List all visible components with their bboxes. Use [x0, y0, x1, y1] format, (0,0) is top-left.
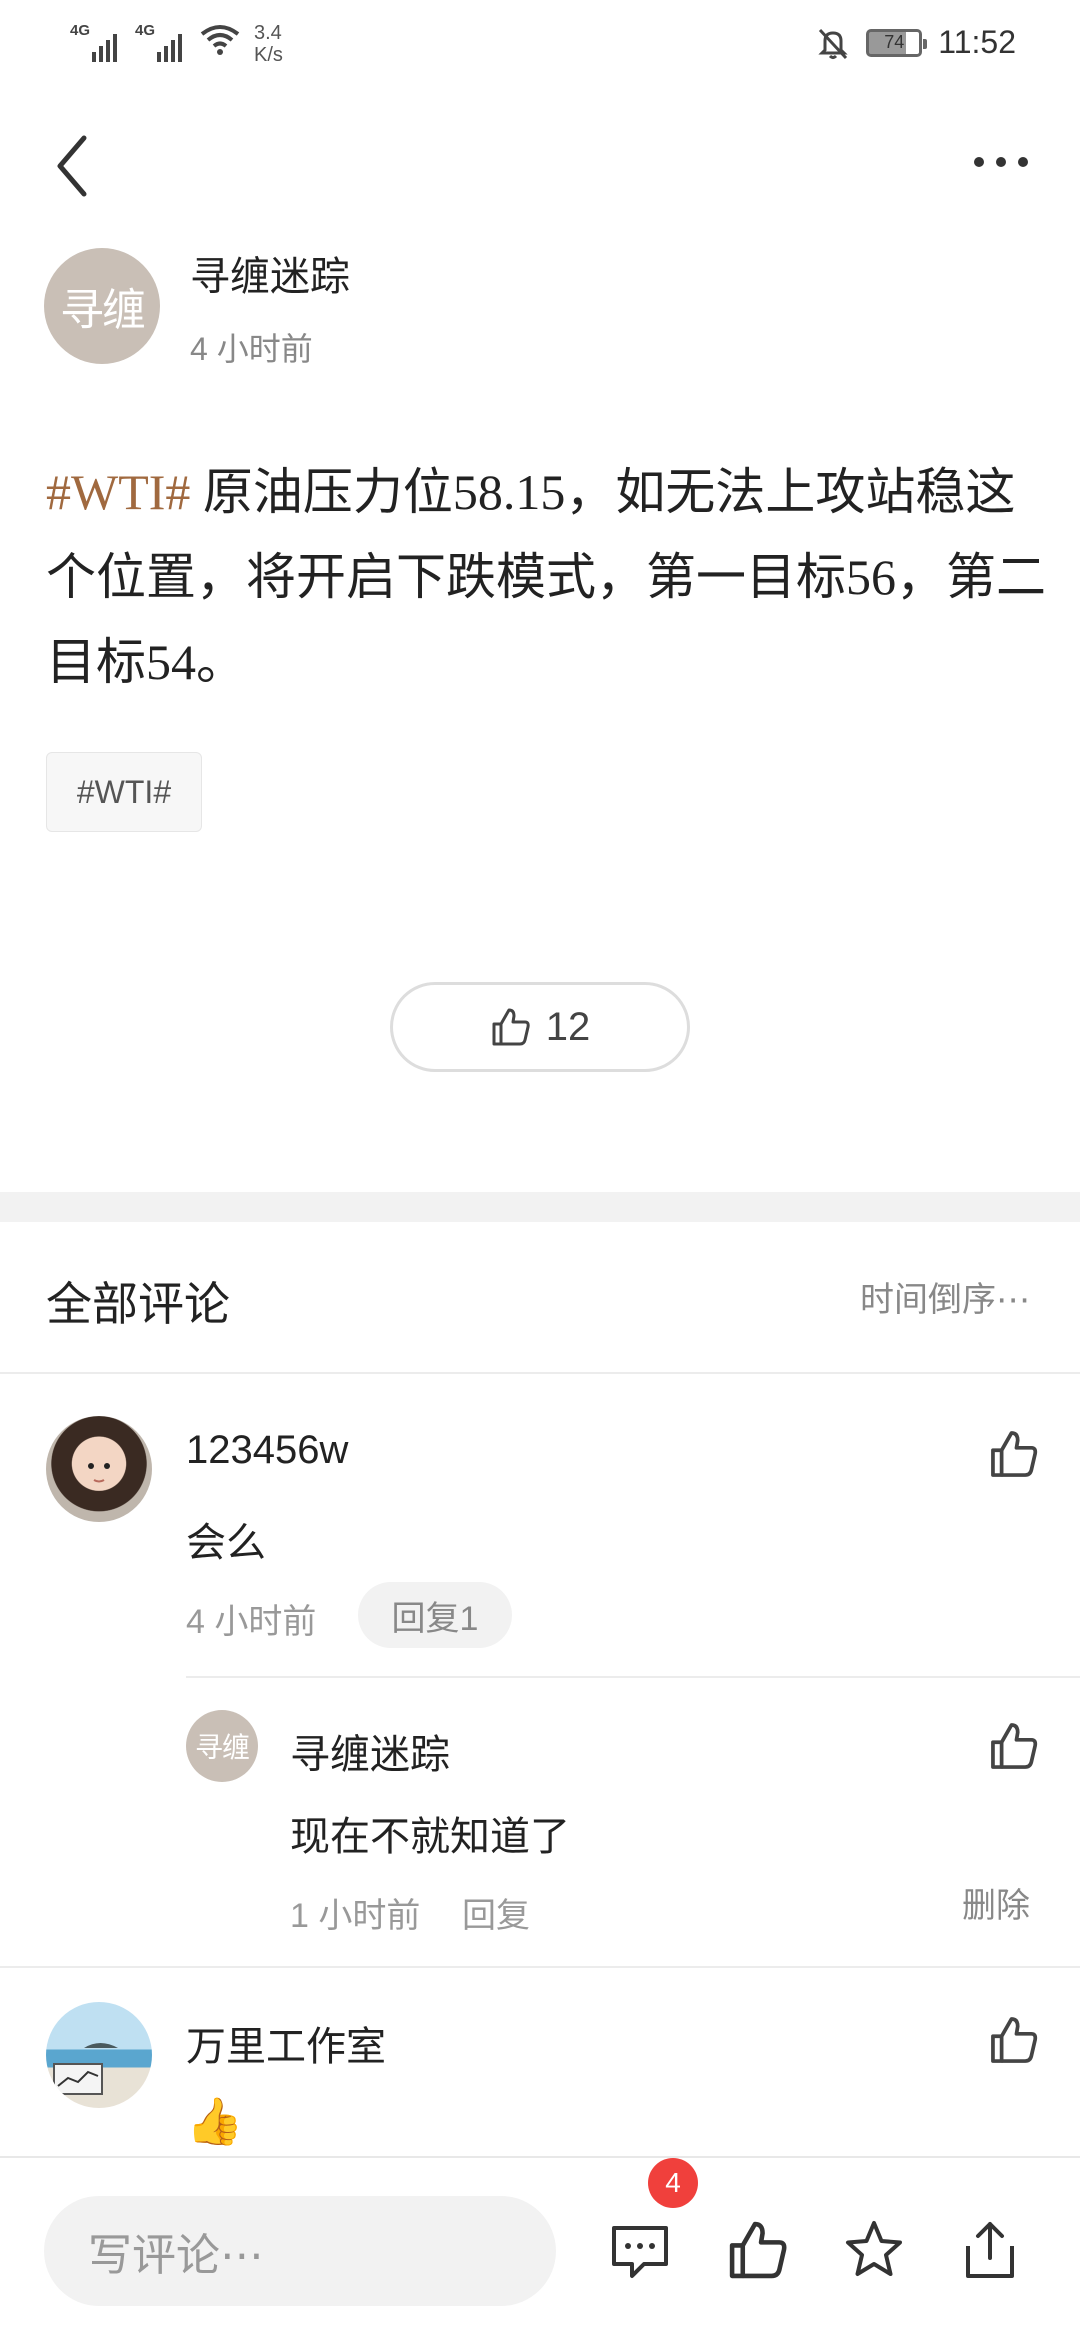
comments-title: 全部评论 — [46, 1278, 230, 1330]
post-like-button[interactable]: 12 — [390, 982, 690, 1072]
reply-avatar[interactable]: 寻缠 — [186, 1710, 258, 1782]
signal-icon: 4G — [70, 22, 117, 62]
post-like-count: 12 — [545, 1004, 591, 1049]
status-bar: 4G 4G 3.4 K/s 74 11:52 — [0, 0, 1080, 90]
back-arrow-icon[interactable] — [48, 128, 104, 204]
star-icon[interactable] — [842, 2218, 906, 2282]
commenter-name[interactable]: 123456w — [186, 1428, 348, 1473]
clock: 11:52 — [938, 24, 1016, 60]
topic-tag-chip[interactable]: #WTI# — [46, 752, 202, 832]
divider — [0, 1372, 1080, 1374]
bottom-action-bar: 写评论⋯ 4 — [0, 2156, 1080, 2340]
signal-icon: 4G — [135, 22, 182, 62]
network-type-label: 4G — [135, 22, 156, 39]
sort-order-button[interactable]: 时间倒序⋯ — [860, 1272, 1030, 1321]
post-time: 4 小时前 — [190, 331, 313, 367]
divider — [186, 1676, 1080, 1678]
more-options-icon[interactable] — [966, 142, 1036, 182]
thumbs-up-icon[interactable] — [726, 2218, 790, 2282]
share-icon[interactable] — [958, 2218, 1022, 2282]
post-body: #WTI# 原油压力位58.15，如无法上攻站稳这个位置，将开启下跌模式，第一目… — [46, 450, 1046, 705]
comment-text: 会么 — [186, 1521, 266, 1565]
comments-icon[interactable] — [608, 2218, 672, 2282]
section-divider — [0, 1192, 1080, 1222]
battery-level: 74 — [884, 32, 905, 52]
reply-like-icon[interactable] — [988, 1720, 1040, 1772]
author-avatar[interactable]: 寻缠 — [44, 248, 160, 364]
status-right: 74 11:52 — [816, 24, 1016, 61]
reply-reply-button[interactable]: 回复 — [462, 1888, 530, 1937]
network-speed-unit: K/s — [254, 44, 283, 66]
network-type-label: 4G — [70, 22, 91, 39]
comment-like-icon[interactable] — [988, 2014, 1040, 2066]
post-text: 原油压力位58.15，如无法上攻站稳这个位置，将开启下跌模式，第一目标56，第二… — [46, 464, 1046, 690]
comment-text: 👍 — [186, 2095, 244, 2147]
bell-muted-icon — [818, 28, 848, 59]
commenter-avatar[interactable] — [46, 2002, 152, 2108]
network-speed: 3.4 K/s — [254, 22, 283, 66]
comment-input[interactable]: 写评论⋯ — [44, 2196, 556, 2306]
divider — [0, 1966, 1080, 1968]
commenter-avatar[interactable] — [46, 1416, 152, 1522]
battery-indicator: 74 — [866, 28, 928, 57]
commenter-name[interactable]: 万里工作室 — [186, 2014, 386, 2072]
delete-button[interactable]: 删除 — [962, 1878, 1030, 1927]
reply-text: 现在不就知道了 — [290, 1815, 570, 1859]
reply-author-name[interactable]: 寻缠迷踪 — [290, 1722, 450, 1780]
thumbs-up-icon — [492, 1008, 530, 1046]
comment-like-icon[interactable] — [988, 1428, 1040, 1480]
comment-reply-button[interactable]: 回复1 — [358, 1582, 512, 1648]
status-left: 4G 4G 3.4 K/s — [70, 22, 283, 66]
reply-time: 1 小时前 — [290, 1897, 421, 1935]
comment-count-badge: 4 — [648, 2158, 698, 2208]
network-speed-value: 3.4 — [254, 22, 282, 44]
child-portrait-icon — [88, 1463, 110, 1483]
beach-laptop-photo — [53, 2043, 118, 2095]
wifi-icon — [200, 25, 240, 55]
topic-link[interactable]: #WTI# — [46, 464, 190, 520]
comment-time: 4 小时前 — [186, 1603, 317, 1641]
author-name[interactable]: 寻缠迷踪 — [190, 244, 350, 302]
